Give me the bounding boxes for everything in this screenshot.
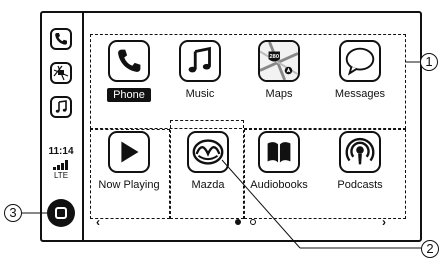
callout-1: 1 <box>420 53 438 71</box>
callout-2: 2 <box>421 240 439 258</box>
callout-3: 3 <box>4 204 22 222</box>
callout-leader-lines <box>22 61 421 249</box>
